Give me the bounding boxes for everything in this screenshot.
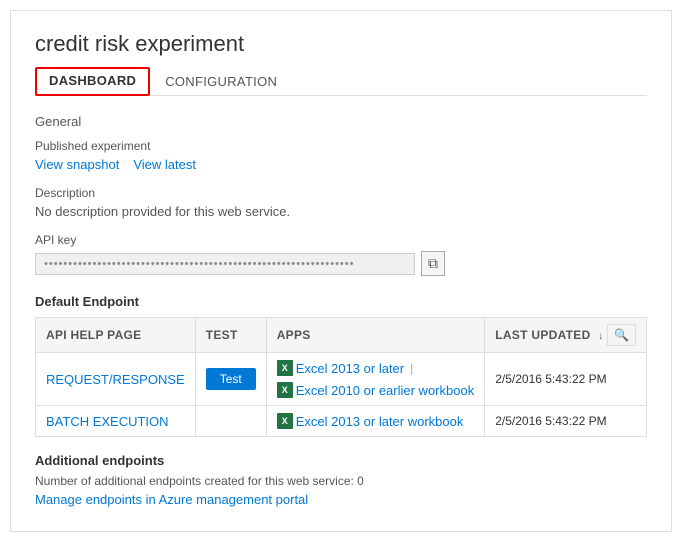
apps-separator: | xyxy=(410,361,413,375)
sort-icon: ↓ xyxy=(598,331,603,342)
tab-configuration[interactable]: CONFIGURATION xyxy=(150,67,292,96)
tab-dashboard[interactable]: DASHBOARD xyxy=(35,67,150,96)
general-label: General xyxy=(35,114,647,129)
last-updated-row2: 2/5/2016 5:43:22 PM xyxy=(485,406,647,437)
test-button-cell: Test xyxy=(195,353,266,406)
test-button-cell-empty xyxy=(195,406,266,437)
tab-bar: DASHBOARD CONFIGURATION xyxy=(35,67,647,96)
excel-2010-link[interactable]: Excel 2010 or earlier workbook xyxy=(296,383,474,398)
last-updated-row1: 2/5/2016 5:43:22 PM xyxy=(485,353,647,406)
last-updated-label: LAST UPDATED ↓ xyxy=(495,328,603,342)
default-endpoint-label: Default Endpoint xyxy=(35,294,647,309)
excel-2010-group: X Excel 2010 or earlier workbook xyxy=(277,382,474,398)
test-button[interactable]: Test xyxy=(206,368,256,390)
main-container: credit risk experiment DASHBOARD CONFIGU… xyxy=(10,10,672,532)
col-last-updated: LAST UPDATED ↓ 🔍 xyxy=(485,318,647,353)
table-row: BATCH EXECUTION X Excel 2013 or later wo… xyxy=(36,406,647,437)
excel-icon-1: X xyxy=(277,360,293,376)
batch-execution-link[interactable]: BATCH EXECUTION xyxy=(46,414,169,429)
api-key-label: API key xyxy=(35,233,647,247)
endpoint-table: API HELP PAGE TEST APPS LAST UPDATED ↓ 🔍 xyxy=(35,317,647,437)
copy-api-key-button[interactable]: ⧉ xyxy=(421,251,445,276)
api-key-field: ••••••••••••••••••••••••••••••••••••••••… xyxy=(35,253,415,275)
additional-endpoints-section: Additional endpoints Number of additiona… xyxy=(35,453,647,507)
col-api-help-page: API HELP PAGE xyxy=(36,318,196,353)
col-test: TEST xyxy=(195,318,266,353)
published-experiment-label: Published experiment xyxy=(35,139,647,153)
excel-icon-2: X xyxy=(277,382,293,398)
apps-cell-row1: X Excel 2013 or later | X Excel 2010 or … xyxy=(266,353,484,406)
batch-execution-link-cell: BATCH EXECUTION xyxy=(36,406,196,437)
excel-2013-batch-group: X Excel 2013 or later workbook xyxy=(277,413,464,429)
excel-2013-batch-link[interactable]: Excel 2013 or later workbook xyxy=(296,414,464,429)
description-label: Description xyxy=(35,186,647,200)
description-text: No description provided for this web ser… xyxy=(35,204,647,219)
page-title: credit risk experiment xyxy=(35,31,647,57)
request-response-link-cell: REQUEST/RESPONSE xyxy=(36,353,196,406)
api-key-row: ••••••••••••••••••••••••••••••••••••••••… xyxy=(35,251,647,276)
published-links: View snapshot View latest xyxy=(35,157,647,172)
additional-endpoints-label: Additional endpoints xyxy=(35,453,647,468)
excel-2013-group: X Excel 2013 or later xyxy=(277,360,404,376)
copy-icon: ⧉ xyxy=(428,255,438,272)
additional-endpoints-count: Number of additional endpoints created f… xyxy=(35,474,647,488)
request-response-link[interactable]: REQUEST/RESPONSE xyxy=(46,372,185,387)
excel-2013-link[interactable]: Excel 2013 or later xyxy=(296,361,404,376)
table-row: REQUEST/RESPONSE Test X Excel 2013 or la… xyxy=(36,353,647,406)
apps-cell-row2: X Excel 2013 or later workbook xyxy=(266,406,484,437)
view-latest-link[interactable]: View latest xyxy=(133,157,196,172)
search-button[interactable]: 🔍 xyxy=(607,324,636,346)
manage-endpoints-link[interactable]: Manage endpoints in Azure management por… xyxy=(35,492,308,507)
view-snapshot-link[interactable]: View snapshot xyxy=(35,157,119,172)
excel-icon-3: X xyxy=(277,413,293,429)
col-apps: APPS xyxy=(266,318,484,353)
